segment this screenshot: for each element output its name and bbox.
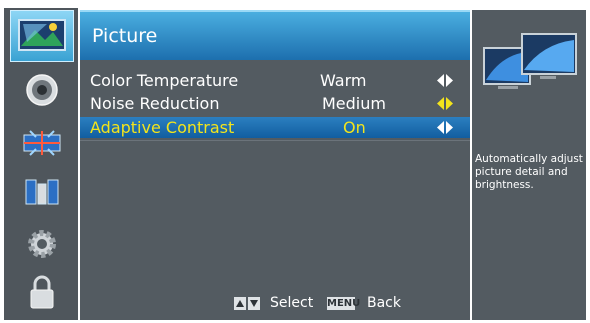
left-right-arrows-icon[interactable] xyxy=(437,97,453,110)
menu-category-sidebar xyxy=(4,8,78,320)
menu-item-value: Medium xyxy=(322,94,386,113)
help-panel: Automatically adjust picture detail and … xyxy=(472,10,586,320)
menu-item-label: Color Temperature xyxy=(90,71,239,90)
tv-menu-screen: Picture Color Temperature Warm Noise Red… xyxy=(0,0,590,323)
tv-illustration-icon xyxy=(483,33,577,89)
menu-item-label: Adaptive Contrast xyxy=(90,118,235,137)
menu-header: Picture xyxy=(80,10,470,60)
menu-item-adaptive-contrast[interactable]: Adaptive Contrast On xyxy=(80,117,470,138)
left-right-arrows-icon[interactable] xyxy=(437,74,453,87)
setup-icon[interactable] xyxy=(20,172,64,212)
menu-panel: Color Temperature Warm Noise Reduction M… xyxy=(80,60,470,320)
down-arrow-key-icon xyxy=(248,297,260,310)
back-hint: Back xyxy=(367,295,401,311)
menu-item-label: Noise Reduction xyxy=(90,94,220,113)
menu-item-noise-reduction[interactable]: Noise Reduction Medium xyxy=(80,93,470,114)
menu-key-badge: MENU xyxy=(327,297,361,310)
settings-icon[interactable] xyxy=(20,224,64,264)
page-title: Picture xyxy=(92,25,158,47)
divider xyxy=(80,140,470,141)
menu-item-value: On xyxy=(343,118,366,137)
channel-icon[interactable] xyxy=(20,122,64,162)
left-right-arrows-icon[interactable] xyxy=(437,121,453,134)
footer-hints: Select MENU Back xyxy=(80,292,470,316)
up-arrow-key-icon xyxy=(234,297,246,310)
select-hint: Select xyxy=(270,295,314,311)
audio-icon[interactable] xyxy=(20,70,64,110)
picture-icon[interactable] xyxy=(10,10,74,62)
menu-item-color-temperature[interactable]: Color Temperature Warm xyxy=(80,70,470,91)
lock-icon[interactable] xyxy=(20,272,64,312)
help-description: Automatically adjust picture detail and … xyxy=(475,153,583,191)
menu-item-value: Warm xyxy=(320,71,367,90)
